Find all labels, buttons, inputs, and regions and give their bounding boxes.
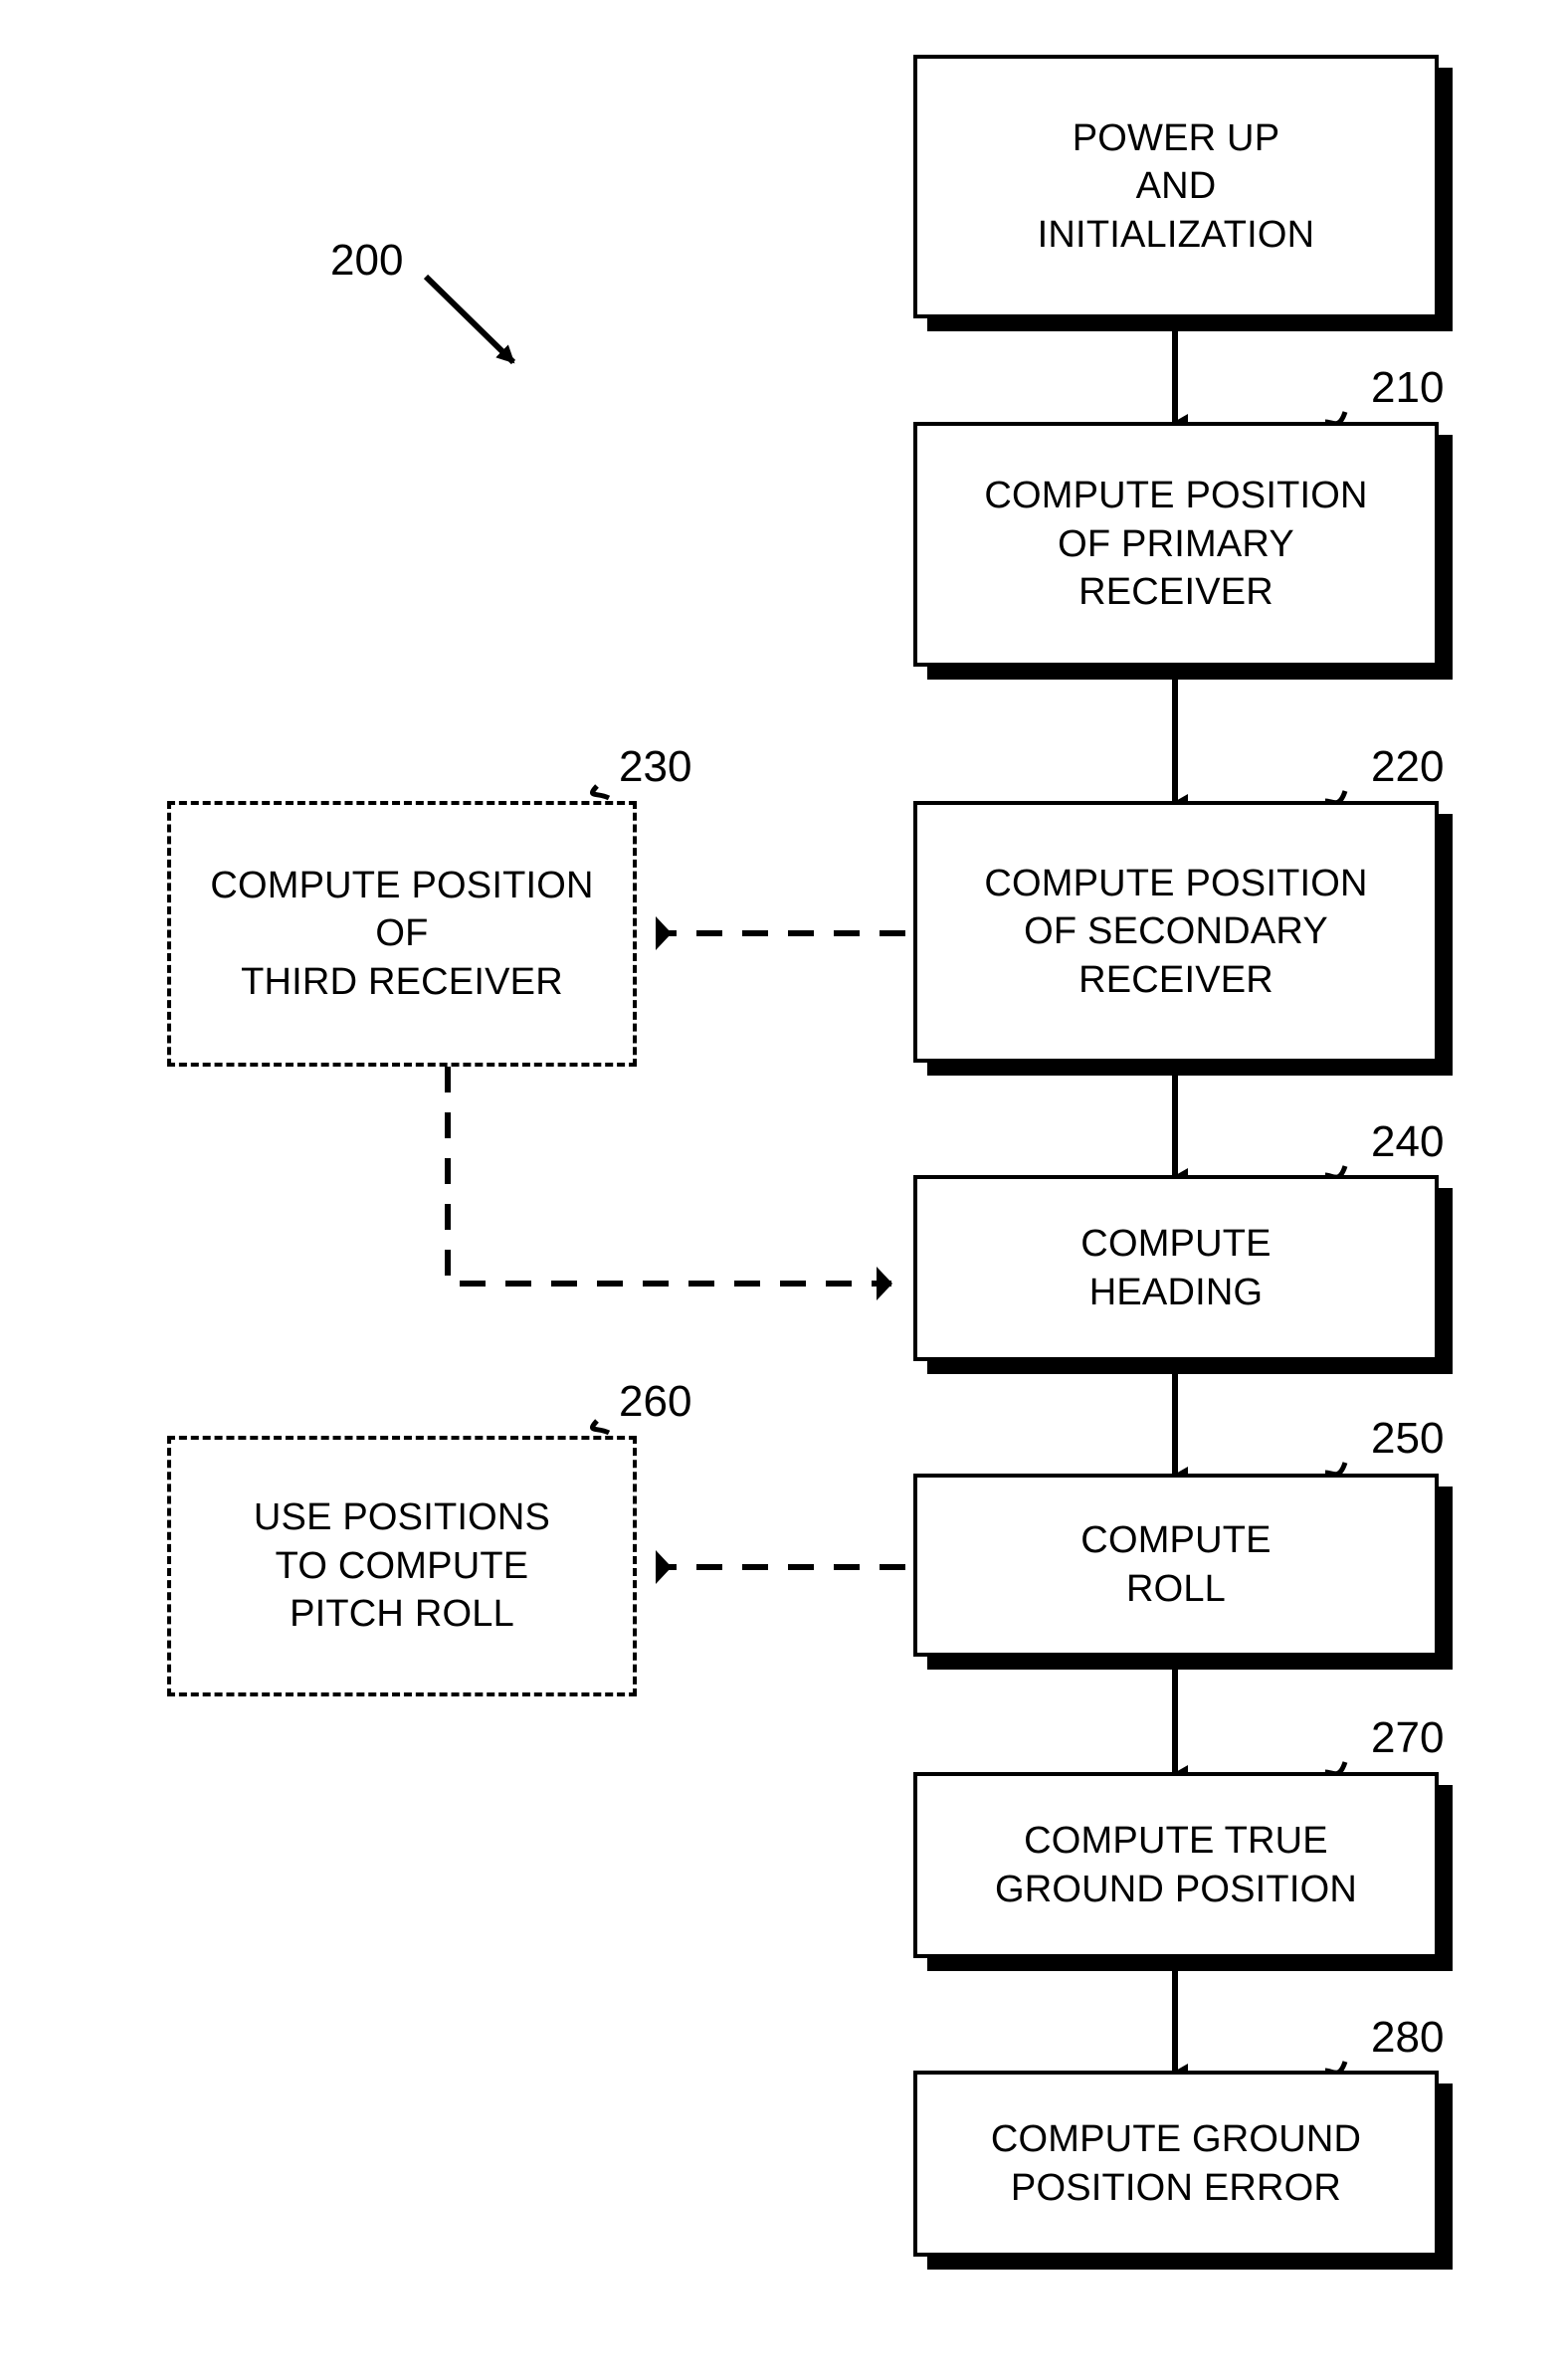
node-compute-heading-label: COMPUTE HEADING (1080, 1222, 1272, 1313)
leader-line-230 (590, 784, 611, 801)
node-power-up-label: POWER UP AND INITIALIZATION (1037, 116, 1315, 256)
node-compute-position-third-receiver-label: COMPUTE POSITION OF THIRD RECEIVER (210, 864, 594, 1003)
node-compute-position-primary-receiver-label: COMPUTE POSITION OF PRIMARY RECEIVER (984, 475, 1368, 614)
figure-ref-arrow (423, 274, 516, 365)
node-compute-ground-position-error[interactable]: COMPUTE GROUND POSITION ERROR (913, 2071, 1439, 2257)
ref-label-240: 240 (1371, 1117, 1445, 1166)
node-compute-position-primary-receiver[interactable]: COMPUTE POSITION OF PRIMARY RECEIVER (913, 422, 1439, 667)
node-use-positions-to-compute-pitch-roll[interactable]: USE POSITIONS TO COMPUTE PITCH ROLL (167, 1436, 637, 1696)
patent-flowchart-figure: POWER UP AND INITIALIZATION COMPUTE POSI… (0, 0, 1567, 2380)
node-compute-heading[interactable]: COMPUTE HEADING (913, 1175, 1439, 1361)
ref-label-280: 280 (1371, 2013, 1445, 2062)
figure-ref-200: 200 (330, 236, 404, 285)
connector-230-to-240 (445, 1067, 892, 1300)
leader-line-260 (590, 1419, 611, 1436)
ref-label-210: 210 (1371, 363, 1445, 412)
ref-label-230: 230 (619, 742, 692, 791)
node-compute-ground-position-error-label: COMPUTE GROUND POSITION ERROR (990, 2117, 1362, 2209)
node-compute-true-ground-position-label: COMPUTE TRUE GROUND POSITION (994, 1819, 1358, 1910)
node-compute-roll-label: COMPUTE ROLL (1080, 1519, 1272, 1610)
leader-line-250 (1324, 1462, 1348, 1478)
node-power-up[interactable]: POWER UP AND INITIALIZATION (913, 55, 1439, 318)
ref-label-220: 220 (1371, 742, 1445, 791)
node-compute-position-secondary-receiver[interactable]: COMPUTE POSITION OF SECONDARY RECEIVER (913, 801, 1439, 1063)
node-use-positions-to-compute-pitch-roll-label: USE POSITIONS TO COMPUTE PITCH ROLL (253, 1496, 551, 1636)
node-compute-true-ground-position[interactable]: COMPUTE TRUE GROUND POSITION (913, 1772, 1439, 1958)
node-compute-position-secondary-receiver-label: COMPUTE POSITION OF SECONDARY RECEIVER (984, 862, 1368, 1001)
ref-label-270: 270 (1371, 1713, 1445, 1762)
ref-label-260: 260 (619, 1377, 692, 1426)
node-compute-roll[interactable]: COMPUTE ROLL (913, 1474, 1439, 1657)
ref-label-250: 250 (1371, 1414, 1445, 1463)
node-compute-position-third-receiver[interactable]: COMPUTE POSITION OF THIRD RECEIVER (167, 801, 637, 1067)
